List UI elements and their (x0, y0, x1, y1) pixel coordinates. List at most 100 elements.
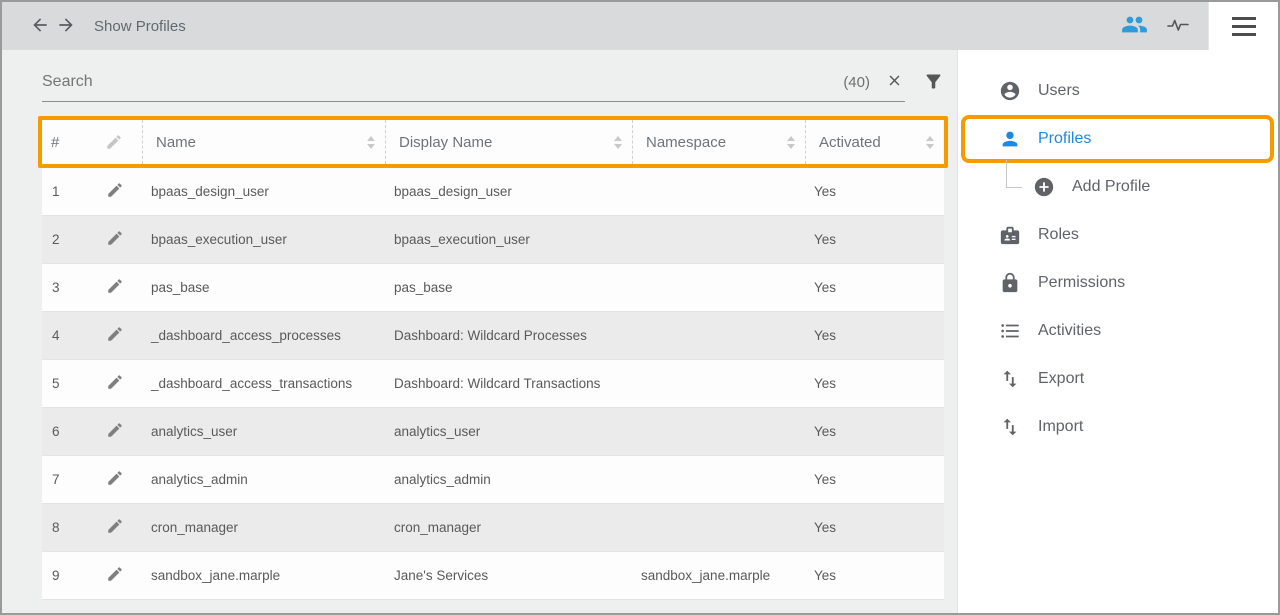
table-row[interactable]: 2 bpaas_execution_user bpaas_execution_u… (42, 216, 944, 264)
table-header-highlight: # Name Display Name Namespace (38, 116, 948, 168)
edit-pencil-icon (106, 325, 124, 346)
back-button[interactable] (30, 15, 50, 38)
cell-activated: Yes (805, 280, 944, 295)
sidebar-item-add-profile[interactable]: Add Profile (958, 163, 1278, 211)
edit-row-button[interactable] (88, 421, 142, 442)
column-header-display-name[interactable]: Display Name (385, 120, 632, 164)
sidebar-item-export[interactable]: Export (958, 355, 1278, 403)
cell-display-name: bpaas_execution_user (385, 232, 632, 247)
main-content: (40) # Name (2, 50, 957, 613)
edit-pencil-icon (106, 565, 124, 586)
cell-name: cron_manager (142, 520, 385, 535)
cell-display-name: Jane's Services (385, 568, 632, 583)
column-header-namespace[interactable]: Namespace (632, 120, 805, 164)
sidebar-item-label: Profiles (1038, 130, 1091, 148)
sidebar-item-profiles[interactable]: Profiles (961, 115, 1274, 163)
sidebar-item-roles[interactable]: Roles (958, 211, 1278, 259)
cell-activated: Yes (805, 328, 944, 343)
table-row[interactable]: 9 sandbox_jane.marple Jane's Services sa… (42, 552, 944, 600)
funnel-icon (923, 71, 944, 95)
sidebar-item-label: Roles (1038, 226, 1079, 244)
cell-name: bpaas_design_user (142, 184, 385, 199)
row-number: 2 (42, 232, 88, 247)
column-label: Display Name (399, 134, 492, 151)
sidebar-item-activities[interactable]: Activities (958, 307, 1278, 355)
column-header-name[interactable]: Name (142, 120, 385, 164)
table-row[interactable]: 1 bpaas_design_user bpaas_design_user Ye… (42, 168, 944, 216)
edit-row-button[interactable] (88, 469, 142, 490)
badge-icon (998, 223, 1022, 247)
sidebar-item-label: Export (1038, 370, 1084, 388)
table-body: 1 bpaas_design_user bpaas_design_user Ye… (42, 168, 944, 600)
cell-namespace: sandbox_jane.marple (632, 568, 805, 583)
edit-pencil-icon (105, 133, 123, 151)
sidebar-item-label: Add Profile (1072, 178, 1150, 196)
sidebar-item-label: Import (1038, 418, 1083, 436)
edit-row-button[interactable] (88, 565, 142, 586)
column-label: Activated (819, 134, 881, 151)
lock-icon (998, 271, 1022, 295)
arrow-right-icon (56, 15, 76, 38)
sort-icon (787, 136, 795, 149)
pulse-icon (1166, 13, 1190, 40)
row-number: 3 (42, 280, 88, 295)
column-header-index: # (42, 120, 88, 164)
table-row[interactable]: 5 _dashboard_access_transactions Dashboa… (42, 360, 944, 408)
row-number: 6 (42, 424, 88, 439)
cell-display-name: pas_base (385, 280, 632, 295)
edit-row-button[interactable] (88, 325, 142, 346)
cell-name: analytics_admin (142, 472, 385, 487)
clear-search-button[interactable] (886, 72, 903, 92)
cell-activated: Yes (805, 424, 944, 439)
cell-activated: Yes (805, 568, 944, 583)
forward-button[interactable] (56, 15, 76, 38)
cell-activated: Yes (805, 184, 944, 199)
topbar: Show Profiles (2, 2, 1278, 50)
sidebar-item-label: Permissions (1038, 274, 1125, 292)
column-label: Name (156, 134, 196, 151)
result-count: (40) (843, 74, 870, 91)
edit-pencil-icon (106, 277, 124, 298)
table-row[interactable]: 7 analytics_admin analytics_admin Yes (42, 456, 944, 504)
table-row[interactable]: 8 cron_manager cron_manager Yes (42, 504, 944, 552)
sidebar-item-label: Users (1038, 82, 1080, 100)
activity-monitor-button[interactable] (1166, 13, 1190, 40)
add-circle-icon (1032, 175, 1056, 199)
edit-row-button[interactable] (88, 181, 142, 202)
sidebar-item-import[interactable]: Import (958, 403, 1278, 451)
cell-activated: Yes (805, 472, 944, 487)
table-row[interactable]: 6 analytics_user analytics_user Yes (42, 408, 944, 456)
sidebar-item-permissions[interactable]: Permissions (958, 259, 1278, 307)
table-row[interactable]: 4 _dashboard_access_processes Dashboard:… (42, 312, 944, 360)
topbar-actions (1121, 2, 1278, 50)
filter-button[interactable] (923, 71, 944, 95)
sidebar-item-label: Activities (1038, 322, 1101, 340)
cell-display-name: cron_manager (385, 520, 632, 535)
column-header-activated[interactable]: Activated (805, 120, 944, 164)
cell-name: bpaas_execution_user (142, 232, 385, 247)
hamburger-menu-button[interactable] (1208, 2, 1278, 50)
row-number: 4 (42, 328, 88, 343)
edit-row-button[interactable] (88, 277, 142, 298)
table-header-row: # Name Display Name Namespace (42, 120, 944, 164)
cell-name: _dashboard_access_processes (142, 328, 385, 343)
search-input[interactable] (42, 73, 843, 91)
edit-row-button[interactable] (88, 373, 142, 394)
edit-row-button[interactable] (88, 517, 142, 538)
import-export-icon (998, 367, 1022, 391)
sort-icon (926, 136, 934, 149)
edit-pencil-icon (106, 373, 124, 394)
cell-display-name: analytics_user (385, 424, 632, 439)
arrow-left-icon (30, 15, 50, 38)
close-icon (886, 72, 903, 92)
hamburger-icon (1232, 17, 1256, 36)
table-row[interactable]: 3 pas_base pas_base Yes (42, 264, 944, 312)
edit-pencil-icon (106, 181, 124, 202)
sidebar-item-users[interactable]: Users (958, 67, 1278, 115)
edit-row-button[interactable] (88, 229, 142, 250)
row-number: 5 (42, 376, 88, 391)
users-group-button[interactable] (1121, 11, 1148, 41)
row-number: 9 (42, 568, 88, 583)
cell-display-name: bpaas_design_user (385, 184, 632, 199)
edit-pencil-icon (106, 517, 124, 538)
